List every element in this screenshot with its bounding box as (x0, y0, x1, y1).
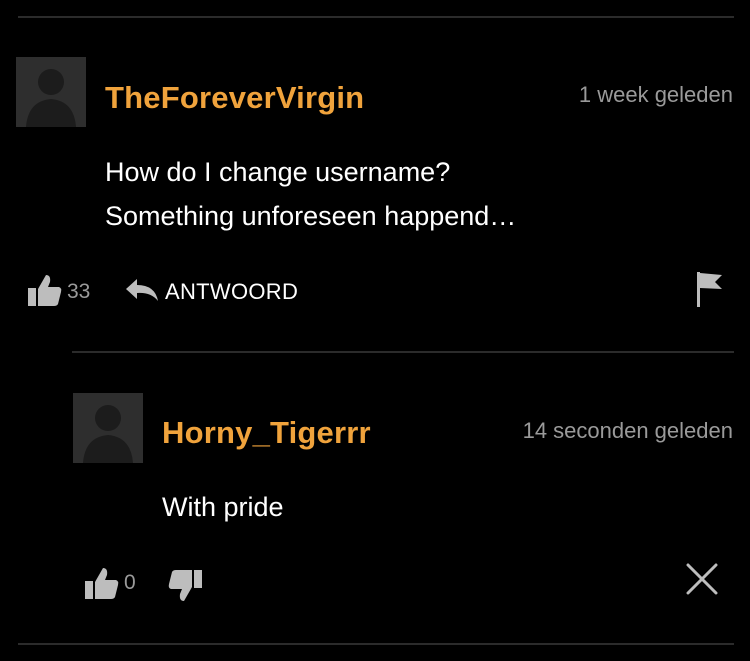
close-icon[interactable] (686, 563, 718, 595)
avatar[interactable] (16, 57, 86, 127)
avatar-silhouette-icon (83, 405, 133, 463)
username[interactable]: TheForeverVirgin (105, 80, 364, 116)
flag-icon[interactable] (694, 270, 724, 308)
username[interactable]: Horny_Tigerrr (162, 415, 371, 451)
reply-arrow-icon[interactable] (125, 278, 159, 302)
comment-line: Something unforeseen happend… (105, 201, 517, 231)
timestamp: 14 seconden geleden (522, 418, 733, 443)
bottom-divider (18, 643, 734, 645)
reply-button[interactable]: ANTWOORD (165, 279, 298, 305)
comment-body: How do I change username? Something unfo… (105, 150, 516, 238)
avatar-silhouette-icon (26, 69, 76, 127)
thumbs-down-icon[interactable] (167, 568, 203, 604)
thumbs-up-icon[interactable] (27, 272, 63, 308)
like-count: 33 (67, 280, 91, 303)
reply-divider (72, 351, 734, 353)
comment-line: How do I change username? (105, 157, 451, 187)
like-count: 0 (124, 571, 136, 594)
top-divider (18, 16, 734, 18)
comment-line: With pride (162, 492, 284, 522)
timestamp: 1 week geleden (578, 82, 733, 107)
thumbs-up-icon[interactable] (84, 565, 120, 601)
avatar[interactable] (73, 393, 143, 463)
comment-body: With pride (162, 485, 284, 529)
